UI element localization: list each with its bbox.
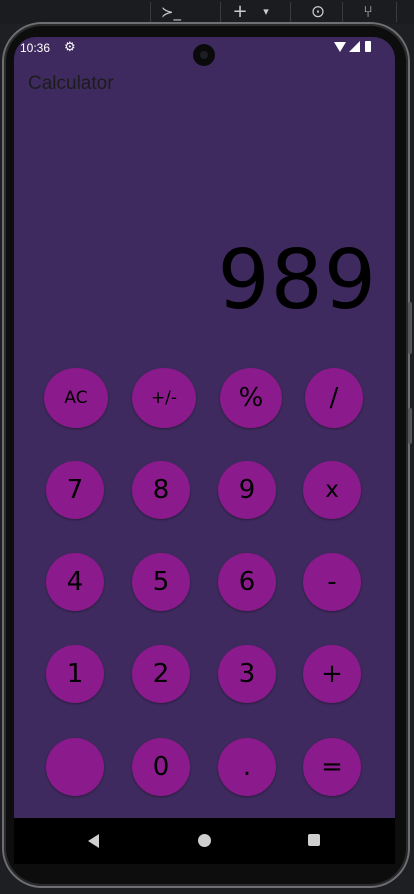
recents-square-icon[interactable] [308,834,320,846]
vcs-icon[interactable]: ⑂ [356,0,380,24]
sign-toggle-button[interactable]: +/- [132,368,196,428]
toolbar-divider [150,2,151,22]
emulator-toolbar: ≻_ + ▾ ⊙ ⑂ [0,0,414,24]
toolbar-divider [342,2,343,22]
power-key[interactable] [408,408,412,444]
device-screen: 10:36 ⚙ Calculator 989 AC +/- % / 7 8 9 … [14,37,395,862]
add-button[interactable]: + [303,645,361,703]
chevron-down-icon[interactable]: ▾ [258,0,274,24]
digit-2-button[interactable]: 2 [132,645,190,703]
decimal-button[interactable]: . [218,738,276,796]
terminal-icon[interactable]: ≻_ [158,0,184,24]
blank-button[interactable] [46,738,104,796]
toolbar-divider [290,2,291,22]
home-circle-icon[interactable] [198,834,211,847]
record-icon[interactable]: ⊙ [306,0,330,24]
subtract-button[interactable]: - [303,553,361,611]
divide-button[interactable]: / [305,368,363,428]
digit-5-button[interactable]: 5 [132,553,190,611]
multiply-button[interactable]: x [303,461,361,519]
toolbar-divider [220,2,221,22]
digit-6-button[interactable]: 6 [218,553,276,611]
digit-3-button[interactable]: 3 [218,645,276,703]
digit-9-button[interactable]: 9 [218,461,276,519]
navigation-bar [14,818,395,864]
percent-button[interactable]: % [220,368,282,428]
back-triangle-icon[interactable] [88,834,99,848]
volume-key[interactable] [408,302,412,354]
digit-7-button[interactable]: 7 [46,461,104,519]
digit-8-button[interactable]: 8 [132,461,190,519]
equals-button[interactable]: = [303,738,361,796]
add-icon[interactable]: + [230,0,250,24]
toolbar-divider [396,2,397,22]
digit-0-button[interactable]: 0 [132,738,190,796]
digit-1-button[interactable]: 1 [46,645,104,703]
digit-4-button[interactable]: 4 [46,553,104,611]
keypad: AC +/- % / 7 8 9 x 4 5 6 - 1 2 3 + 0 . = [14,37,395,862]
all-clear-button[interactable]: AC [44,368,108,428]
